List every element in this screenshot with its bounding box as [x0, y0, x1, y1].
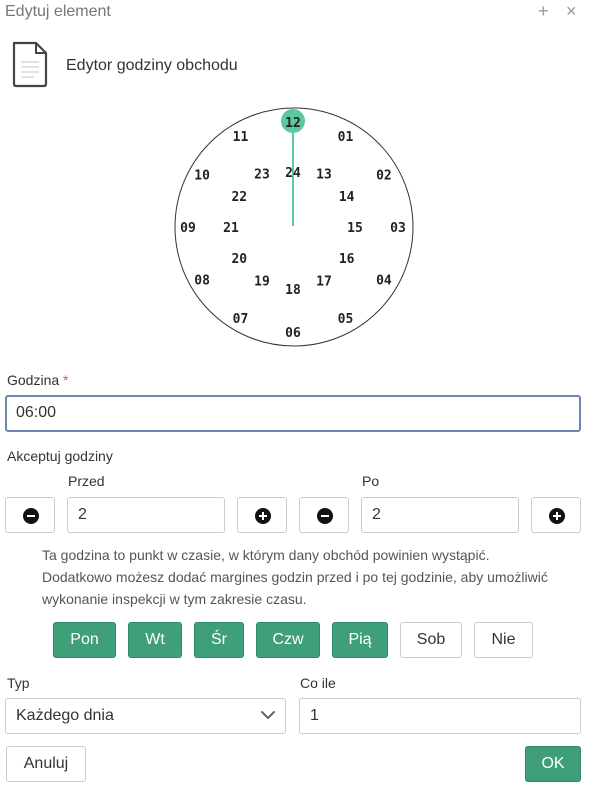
clock-number-24[interactable]: 24: [285, 166, 301, 181]
type-select[interactable]: Każdego dnia: [5, 698, 286, 734]
clock-number-15[interactable]: 15: [347, 221, 363, 236]
clock-number-21[interactable]: 21: [223, 221, 239, 236]
window-title: Edytuj element: [5, 3, 111, 20]
before-increase-button[interactable]: [237, 497, 287, 533]
clock-number-06[interactable]: 06: [285, 326, 301, 341]
day-toggle-wt[interactable]: Wt: [128, 622, 182, 658]
every-input[interactable]: 1: [299, 698, 581, 734]
clock-number-17[interactable]: 17: [316, 275, 332, 290]
clock-number-01[interactable]: 01: [338, 130, 354, 145]
after-increase-button[interactable]: [531, 497, 581, 533]
editor-title: Edytor godziny obchodu: [66, 57, 238, 74]
hour-label: Godzina *: [7, 372, 69, 388]
clock-number-02[interactable]: 02: [376, 169, 392, 184]
clock-number-13[interactable]: 13: [316, 167, 332, 182]
help-text: Ta godzina to punkt w czasie, w którym d…: [42, 544, 582, 610]
every-label: Co ile: [300, 675, 336, 691]
day-toggle-pia[interactable]: Pią: [332, 622, 388, 658]
accept-hours-label: Akceptuj godziny: [7, 448, 113, 464]
clock-number-20[interactable]: 20: [231, 252, 247, 267]
help-line: Ta godzina to punkt w czasie, w którym d…: [42, 547, 490, 563]
day-toggle-sr[interactable]: Śr: [194, 622, 244, 658]
minus-circle-icon: [317, 508, 333, 524]
clock-number-18[interactable]: 18: [285, 283, 301, 298]
window-titlebar: Edytuj element + ×: [0, 0, 590, 26]
clock-number-09[interactable]: 09: [180, 221, 196, 236]
before-label: Przed: [68, 473, 105, 489]
plus-circle-icon: [549, 508, 565, 524]
clock-number-03[interactable]: 03: [390, 221, 406, 236]
clock-number-04[interactable]: 04: [376, 274, 392, 289]
clock-number-10[interactable]: 10: [194, 169, 210, 184]
type-select-value: Każdego dnia: [16, 707, 114, 724]
clock-number-23[interactable]: 23: [254, 167, 270, 182]
cancel-button[interactable]: Anuluj: [6, 746, 86, 782]
chevron-down-icon: [261, 711, 275, 719]
before-hours-input[interactable]: 2: [67, 497, 225, 533]
ok-button[interactable]: OK: [525, 746, 581, 782]
day-toggle-pon[interactable]: Pon: [53, 622, 116, 658]
hour-input[interactable]: 06:00: [5, 395, 581, 432]
hour-clock-picker[interactable]: 12 01 02 03 04 05 06 07 08 09 10 11 24 13 14 15 16 17 18 19…: [172, 106, 416, 348]
clock-number-12[interactable]: 12: [285, 116, 301, 131]
clock-number-11[interactable]: 11: [233, 130, 249, 145]
plus-circle-icon: [255, 508, 271, 524]
day-toggle-sob[interactable]: Sob: [400, 622, 462, 658]
day-toggle-czw[interactable]: Czw: [256, 622, 320, 658]
clock-number-05[interactable]: 05: [338, 312, 354, 327]
after-decrease-button[interactable]: [299, 497, 349, 533]
hour-label-text: Godzina: [7, 372, 60, 388]
day-toggle-nie[interactable]: Nie: [474, 622, 533, 658]
before-decrease-button[interactable]: [5, 497, 55, 533]
type-label: Typ: [7, 675, 30, 691]
plus-icon[interactable]: +: [538, 1, 549, 21]
after-label: Po: [362, 473, 380, 489]
document-icon: [12, 41, 48, 88]
required-mark: *: [63, 372, 69, 388]
clock-number-14[interactable]: 14: [339, 190, 355, 205]
editor-header: Edytor godziny obchodu: [10, 40, 570, 90]
clock-number-16[interactable]: 16: [339, 252, 355, 267]
help-line: Dodatkowo możesz dodać margines godzin p…: [42, 569, 548, 585]
close-icon[interactable]: ×: [566, 1, 577, 21]
after-hours-input[interactable]: 2: [361, 497, 519, 533]
help-line: wykonanie inspekcji w tym zakresie czasu…: [42, 591, 307, 607]
clock-number-22[interactable]: 22: [231, 190, 247, 205]
minus-circle-icon: [23, 508, 39, 524]
clock-number-07[interactable]: 07: [233, 312, 249, 327]
clock-number-08[interactable]: 08: [194, 274, 210, 289]
clock-number-19[interactable]: 19: [254, 275, 270, 290]
